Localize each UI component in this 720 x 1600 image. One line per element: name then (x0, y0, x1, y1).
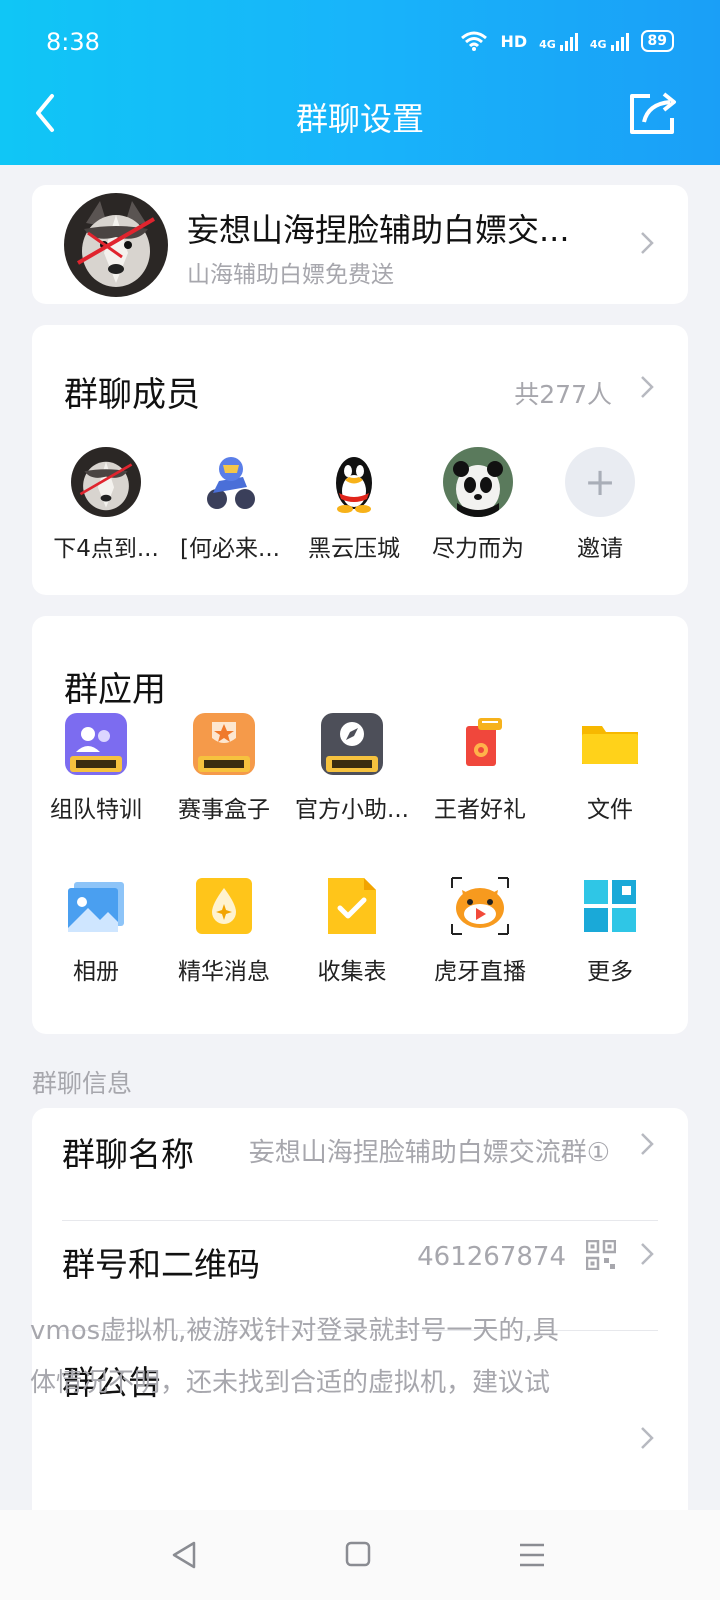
member-item[interactable]: 尽力而为 (416, 447, 540, 563)
group-notice-text[interactable]: vmos虚拟机,被游戏针对登录就封号一天的,具 体情况不明，还未找到合适的虚拟机… (30, 1305, 590, 1409)
members-card: 群聊成员 共277人 下4点到... [何必来... 黑云压城 尽力而为 + 邀… (32, 325, 688, 595)
member-name: 下4点到... (53, 536, 159, 562)
nav-back-icon[interactable] (170, 1540, 198, 1570)
member-name: 尽力而为 (432, 536, 524, 562)
nav-home-icon[interactable] (344, 1540, 372, 1568)
group-id-row-label[interactable]: 群号和二维码 (62, 1238, 260, 1286)
app-label: 文件 (587, 797, 633, 823)
app-label: 收集表 (317, 959, 387, 985)
event-box-icon (192, 712, 256, 776)
team-training-icon (64, 712, 128, 776)
huya-icon (448, 874, 512, 938)
members-count[interactable]: 共277人 (514, 375, 612, 411)
member-avatar (319, 447, 389, 517)
form-icon (320, 874, 384, 938)
divider (62, 1220, 658, 1221)
member-avatar (443, 447, 513, 517)
wifi-icon (461, 31, 488, 51)
member-item[interactable]: 黑云压城 (292, 447, 416, 563)
app-form[interactable]: 收集表 (287, 874, 417, 986)
share-button[interactable] (626, 88, 682, 138)
apps-title: 群应用 (64, 670, 166, 710)
member-item[interactable]: 下4点到... (44, 447, 168, 563)
chevron-right-icon[interactable] (640, 1426, 654, 1450)
member-name: 黑云压城 (308, 536, 400, 562)
signal-icon: 4G (539, 31, 578, 51)
app-album[interactable]: 相册 (31, 874, 161, 986)
app-more[interactable]: 更多 (545, 874, 675, 986)
section-label: 群聊信息 (32, 1069, 133, 1098)
nav-menu-icon[interactable] (518, 1542, 546, 1568)
member-avatar (195, 447, 265, 517)
qr-code-icon[interactable] (586, 1240, 616, 1270)
group-avatar (64, 193, 168, 297)
group-profile-card[interactable]: 妄想山海捏脸辅助白嫖交... 山海辅助白嫖免费送 (32, 185, 688, 304)
app-huya[interactable]: 虎牙直播 (415, 874, 545, 986)
folder-icon (578, 712, 642, 776)
battery-icon: 89 (640, 30, 674, 52)
gift-icon (448, 712, 512, 776)
chevron-right-icon[interactable] (640, 1132, 654, 1156)
group-apps-card: 群应用 组队特训 赛事盒子 官方小助... 王者好礼 文件 相册 精华消息 收集… (32, 616, 688, 1034)
group-name-row-label[interactable]: 群聊名称 (62, 1128, 194, 1176)
app-king-gift[interactable]: 王者好礼 (415, 712, 545, 824)
app-label: 更多 (587, 959, 633, 985)
group-subtitle: 山海辅助白嫖免费送 (187, 262, 394, 288)
app-label: 官方小助... (295, 797, 409, 823)
app-label: 组队特训 (50, 797, 142, 823)
essence-icon (192, 874, 256, 938)
album-icon (64, 874, 128, 938)
invite-label: 邀请 (577, 536, 623, 562)
app-files[interactable]: 文件 (545, 712, 675, 824)
app-essence[interactable]: 精华消息 (159, 874, 289, 986)
app-official-assistant[interactable]: 官方小助... (287, 712, 417, 824)
member-name: [何必来... (180, 536, 280, 562)
plus-icon: + (565, 447, 635, 517)
app-label: 王者好礼 (434, 797, 526, 823)
signal-icon: 4G (590, 31, 629, 51)
official-assistant-icon (320, 712, 384, 776)
app-label: 赛事盒子 (178, 797, 270, 823)
members-title: 群聊成员 (64, 375, 200, 415)
app-event-box[interactable]: 赛事盒子 (159, 712, 289, 824)
app-label: 相册 (73, 959, 119, 985)
app-team-training[interactable]: 组队特训 (31, 712, 161, 824)
chevron-right-icon (641, 232, 654, 254)
app-label: 精华消息 (178, 959, 270, 985)
member-avatar (71, 447, 141, 517)
group-name-value[interactable]: 妄想山海捏脸辅助白嫖交流群① (249, 1132, 610, 1169)
status-icons: HD 4G 4G 89 (460, 30, 674, 52)
system-nav-bar (0, 1510, 720, 1600)
more-apps-icon (578, 874, 642, 938)
invite-button[interactable]: + 邀请 (538, 447, 662, 563)
chevron-right-icon[interactable] (640, 375, 654, 399)
chevron-right-icon[interactable] (640, 1242, 654, 1266)
member-item[interactable]: [何必来... (168, 447, 292, 563)
hd-indicator: HD (500, 31, 528, 51)
status-time: 8:38 (46, 28, 100, 56)
group-id-value[interactable]: 461267874 (417, 1242, 566, 1272)
app-label: 虎牙直播 (434, 959, 526, 985)
page-title: 群聊设置 (295, 100, 424, 138)
group-name: 妄想山海捏脸辅助白嫖交... (187, 211, 570, 249)
title-bar: 8:38 HD 4G 4G 89 群聊设置 (0, 0, 720, 165)
